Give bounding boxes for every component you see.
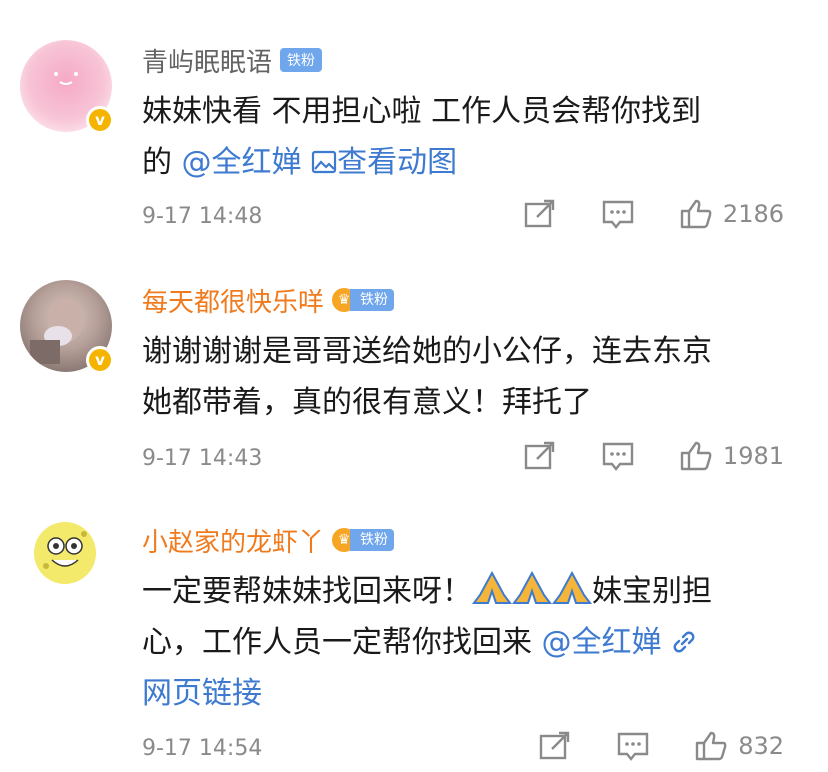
like-count: 832 [738, 732, 784, 760]
avatar[interactable]: v [20, 280, 114, 374]
like-button[interactable]: 1981 [679, 440, 784, 472]
image-icon [311, 150, 337, 174]
fan-badge: 铁粉 [280, 48, 323, 72]
thumbs-up-icon [695, 731, 727, 761]
like-count: 1981 [722, 442, 784, 470]
comment-text: 妹妹快看 不用担心啦 工作人员会帮你找到 的 @全红婵 查看动图 [142, 94, 702, 180]
folded-hands-icon [472, 570, 512, 604]
comment-icon[interactable] [616, 731, 650, 761]
share-icon[interactable] [523, 441, 557, 471]
like-count: 2186 [722, 200, 784, 228]
avatar[interactable]: v [20, 40, 114, 134]
mention-link[interactable]: @全红婵 [182, 145, 302, 180]
mention-link[interactable]: @全红婵 [542, 625, 662, 660]
timestamp: 9-17 14:54 [142, 736, 263, 761]
folded-hands-icon [552, 570, 592, 604]
comment-text: 谢谢谢谢是哥哥送给她的小公仔，连去东京 她都带着，真的很有意义！拜托了 [142, 334, 712, 420]
timestamp: 9-17 14:43 [142, 446, 263, 471]
link-icon[interactable] [671, 629, 697, 655]
sponge-icon [43, 531, 87, 569]
view-gif-link[interactable]: 查看动图 [311, 145, 457, 180]
comment-icon[interactable] [601, 441, 635, 471]
folded-hands-icon [512, 570, 552, 604]
username[interactable]: 青屿眠眠语 [142, 42, 272, 79]
thumbs-up-icon [680, 199, 712, 229]
verified-badge-icon: v [86, 346, 114, 374]
web-link[interactable]: 网页链接 [142, 676, 262, 711]
share-icon[interactable] [523, 199, 557, 229]
avatar[interactable] [34, 522, 96, 584]
fan-badge: ♛ 铁粉 [332, 526, 395, 554]
username[interactable]: 小赵家的龙虾丫 [142, 522, 324, 559]
comment-text: 一定要帮妹妹找回来呀！ 妹宝别担 心，工作人员一定帮你找回来 @全红婵 网页链接 [142, 566, 792, 719]
fan-badge: ♛ 铁粉 [332, 286, 395, 314]
timestamp: 9-17 14:48 [142, 204, 263, 229]
username[interactable]: 每天都很快乐咩 [142, 282, 324, 319]
like-button[interactable]: 832 [694, 730, 784, 762]
like-button[interactable]: 2186 [679, 198, 784, 230]
verified-badge-icon: v [86, 106, 114, 134]
comment-icon[interactable] [601, 199, 635, 229]
share-icon[interactable] [538, 731, 572, 761]
thumbs-up-icon [680, 441, 712, 471]
